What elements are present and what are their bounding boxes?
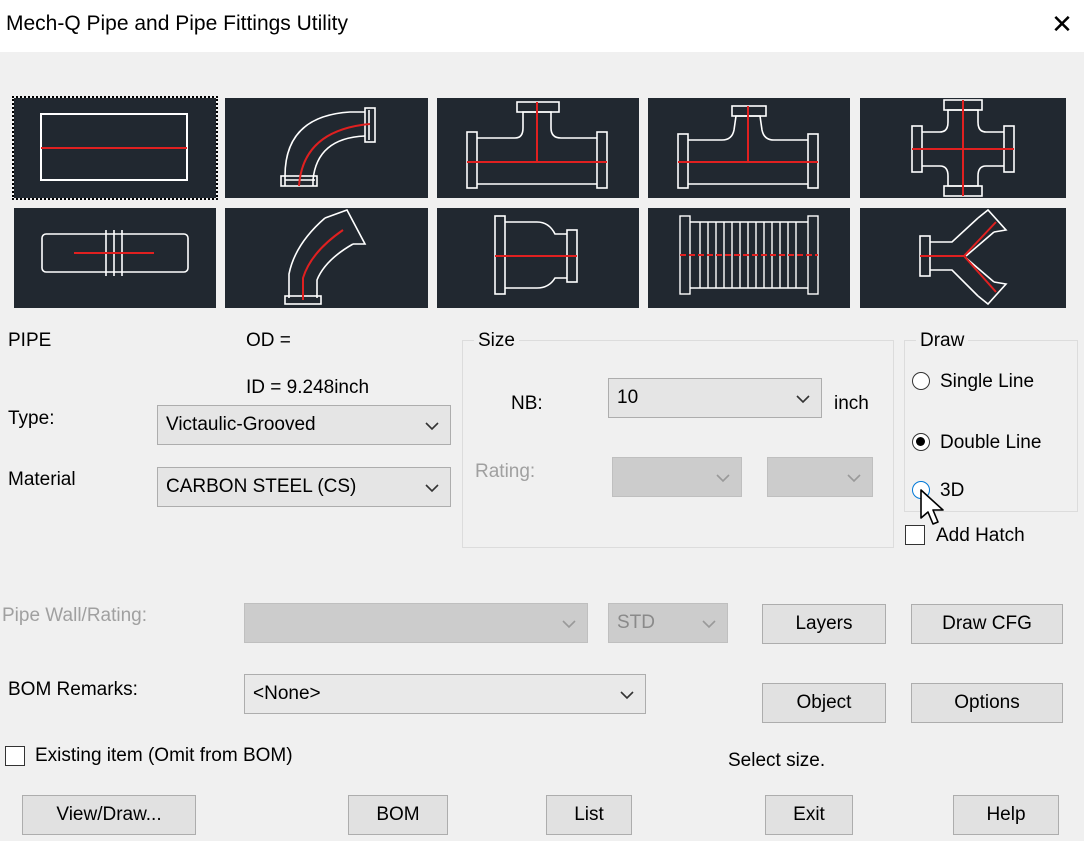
chevron-down-icon: [617, 675, 637, 713]
size-group-caption: Size: [474, 330, 519, 352]
fitting-flexible-hose-icon[interactable]: [648, 208, 850, 308]
schedule-select-value: STD: [617, 612, 655, 633]
bom-remarks-select-value: <None>: [253, 683, 321, 704]
double-line-radio[interactable]: [912, 433, 930, 451]
status-text: Select size.: [728, 750, 826, 771]
fitting-gallery: [12, 96, 1066, 310]
existing-item-checkbox[interactable]: [5, 746, 25, 766]
fitting-cross-icon[interactable]: [860, 98, 1066, 198]
list-button[interactable]: List: [546, 795, 632, 835]
chevron-down-icon: [793, 379, 813, 417]
fitting-coupling-icon[interactable]: [14, 208, 216, 308]
unit-label: inch: [834, 393, 869, 414]
type-select-value: Victaulic-Grooved: [166, 414, 316, 435]
rating-select-1[interactable]: [612, 457, 742, 497]
fitting-reducer-icon[interactable]: [437, 208, 639, 308]
nb-select[interactable]: 10: [608, 378, 822, 418]
single-line-radio[interactable]: [912, 372, 930, 390]
add-hatch-label: Add Hatch: [936, 525, 1025, 546]
chevron-down-icon: [422, 406, 442, 444]
material-select[interactable]: CARBON STEEL (CS): [157, 467, 451, 507]
id-label: ID = 9.248inch: [246, 377, 370, 398]
chevron-down-icon: [422, 468, 442, 506]
fitting-pipe-icon[interactable]: [12, 96, 218, 200]
draw-group-caption: Draw: [916, 330, 969, 352]
draw-cfg-button[interactable]: Draw CFG: [911, 604, 1063, 644]
bom-remarks-select[interactable]: <None>: [244, 674, 646, 714]
window-title: Mech-Q Pipe and Pipe Fittings Utility: [6, 12, 348, 35]
rating-label: Rating:: [475, 461, 536, 482]
options-button[interactable]: Options: [911, 683, 1063, 723]
add-hatch-checkbox[interactable]: [905, 525, 925, 545]
size-group: [462, 340, 894, 548]
fitting-elbow-45-icon[interactable]: [225, 208, 428, 308]
fitting-elbow-90-icon[interactable]: [225, 98, 428, 198]
chevron-down-icon: [713, 458, 733, 496]
fitting-tee-icon[interactable]: [437, 98, 639, 198]
draw-group: [904, 340, 1078, 512]
object-button[interactable]: Object: [762, 683, 886, 723]
material-label: Material: [8, 469, 76, 490]
chevron-down-icon: [559, 604, 579, 642]
pipe-wall-select[interactable]: [244, 603, 588, 643]
bom-button[interactable]: BOM: [348, 795, 448, 835]
nb-select-value: 10: [617, 387, 639, 408]
help-button[interactable]: Help: [953, 795, 1059, 835]
material-select-value: CARBON STEEL (CS): [166, 476, 357, 497]
double-line-label: Double Line: [940, 432, 1042, 453]
chevron-down-icon: [699, 604, 719, 642]
rating-select-2[interactable]: [767, 457, 873, 497]
type-select[interactable]: Victaulic-Grooved: [157, 405, 451, 445]
od-label: OD =: [246, 330, 291, 351]
layers-button[interactable]: Layers: [762, 604, 886, 644]
single-line-label: Single Line: [940, 371, 1035, 392]
existing-item-label: Existing item (Omit from BOM): [35, 745, 293, 766]
schedule-select[interactable]: STD: [608, 603, 728, 643]
title-bar: Mech-Q Pipe and Pipe Fittings Utility ✕: [0, 0, 1084, 52]
pipe-label: PIPE: [8, 330, 52, 351]
fitting-lateral-wye-icon[interactable]: [860, 208, 1066, 308]
exit-button[interactable]: Exit: [765, 795, 853, 835]
fitting-reducing-tee-icon[interactable]: [648, 98, 850, 198]
nb-label: NB:: [511, 393, 543, 414]
bom-remarks-label: BOM Remarks:: [8, 679, 138, 700]
chevron-down-icon: [844, 458, 864, 496]
view-draw-button[interactable]: View/Draw...: [22, 795, 196, 835]
close-icon[interactable]: ✕: [1044, 6, 1080, 42]
mouse-pointer-icon: [920, 489, 944, 525]
pipe-wall-label: Pipe Wall/Rating:: [2, 605, 148, 626]
type-label: Type:: [8, 408, 55, 429]
